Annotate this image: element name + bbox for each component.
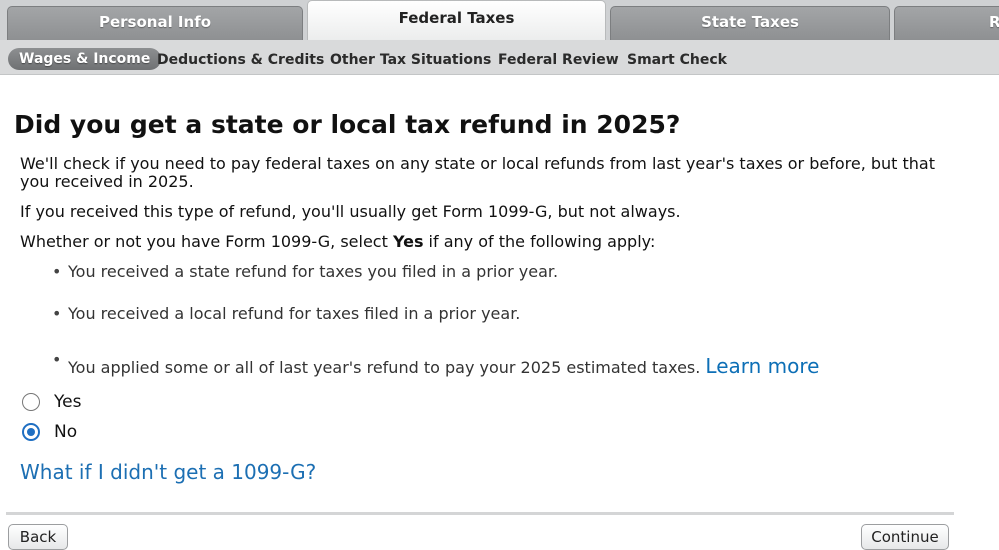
yes-label: Yes <box>54 392 82 412</box>
page-title: Did you get a state or local tax refund … <box>14 110 681 139</box>
sub-navigation: Wages & Income Deductions & Credits Othe… <box>0 40 999 75</box>
bullet-icon: • <box>52 262 62 281</box>
intro-text: We'll check if you need to pay federal t… <box>20 154 936 191</box>
subnav-federal-review[interactable]: Federal Review <box>498 49 619 71</box>
tab-partial[interactable]: R <box>894 6 999 40</box>
tab-state-taxes[interactable]: State Taxes <box>610 6 890 40</box>
apply-suffix: if any of the following apply: <box>423 232 656 251</box>
continue-button[interactable]: Continue <box>861 524 949 550</box>
no-radio[interactable] <box>22 423 40 441</box>
list-item: • You applied some or all of last year's … <box>52 350 819 378</box>
yes-radio[interactable] <box>22 393 40 411</box>
help-1099g-link[interactable]: What if I didn't get a 1099-G? <box>20 460 316 484</box>
bullet-text: You received a local refund for taxes fi… <box>68 304 521 323</box>
subnav-other-tax-situations[interactable]: Other Tax Situations <box>330 49 491 71</box>
learn-more-link[interactable]: Learn more <box>705 354 819 378</box>
bullet-icon: • <box>52 304 62 323</box>
divider <box>6 512 954 515</box>
top-tab-bar: Personal Info Federal Taxes State Taxes … <box>0 0 999 40</box>
bullet-text: You received a state refund for taxes yo… <box>68 262 559 281</box>
no-label: No <box>54 422 78 442</box>
subnav-wages-income[interactable]: Wages & Income <box>8 48 162 70</box>
usually-text: If you received this type of refund, you… <box>20 202 681 221</box>
bullet-icon: • <box>52 350 62 369</box>
tab-personal-info[interactable]: Personal Info <box>7 6 303 40</box>
apply-text: Whether or not you have Form 1099-G, sel… <box>20 233 960 251</box>
subnav-deductions-credits[interactable]: Deductions & Credits <box>157 49 324 71</box>
no-option[interactable]: No <box>22 421 77 443</box>
apply-bold-yes: Yes <box>392 232 424 251</box>
list-item: • You received a state refund for taxes y… <box>52 262 558 281</box>
back-button[interactable]: Back <box>8 524 68 550</box>
yes-option[interactable]: Yes <box>22 391 81 413</box>
bullet-text: You applied some or all of last year's r… <box>68 358 701 377</box>
subnav-smart-check[interactable]: Smart Check <box>627 49 727 71</box>
list-item: • You received a local refund for taxes f… <box>52 304 520 323</box>
tab-federal-taxes[interactable]: Federal Taxes <box>307 0 606 40</box>
apply-prefix: Whether or not you have Form 1099-G, sel… <box>20 232 393 251</box>
